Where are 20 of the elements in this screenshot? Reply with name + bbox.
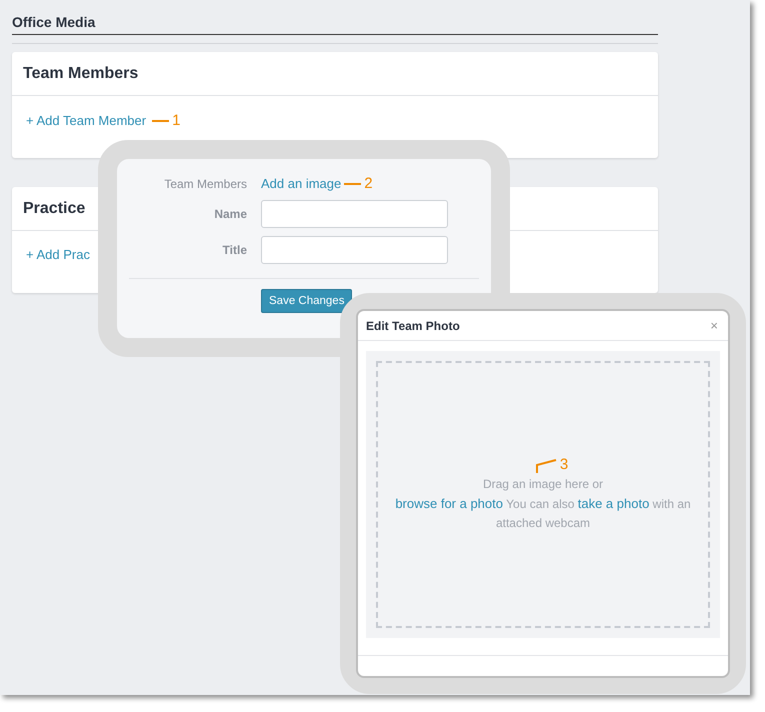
section-title: Team Members: [12, 52, 658, 96]
leader-line: [536, 459, 558, 473]
add-link[interactable]: + Add Team Member: [26, 113, 146, 128]
callout-number: 1: [172, 112, 180, 129]
text-field[interactable]: [261, 200, 448, 228]
field-label: Title: [222, 243, 247, 257]
browse-link[interactable]: browse for a photo: [395, 496, 503, 511]
leader-line: [344, 182, 362, 184]
add-link[interactable]: + Add Prac: [26, 247, 90, 262]
callout-number: 3: [560, 456, 568, 473]
drop-zone[interactable]: 3 Drag an image here or browse for a photo You can also take a photo with an attached webcam: [376, 361, 710, 628]
leader-line: [152, 120, 170, 122]
save-button[interactable]: Save Changes: [261, 289, 352, 313]
dialog-title: Edit Team Photo: [366, 318, 460, 332]
drop-instructions: Drag an image here or browse for a photo You can also take a photo with an attached webcam: [394, 476, 692, 532]
text-field[interactable]: [261, 236, 448, 264]
page-title: Office Media: [12, 12, 658, 35]
close-button[interactable]: ×: [708, 318, 720, 333]
field-label: Name: [213, 207, 247, 221]
take-photo-link[interactable]: take a photo: [578, 496, 650, 511]
